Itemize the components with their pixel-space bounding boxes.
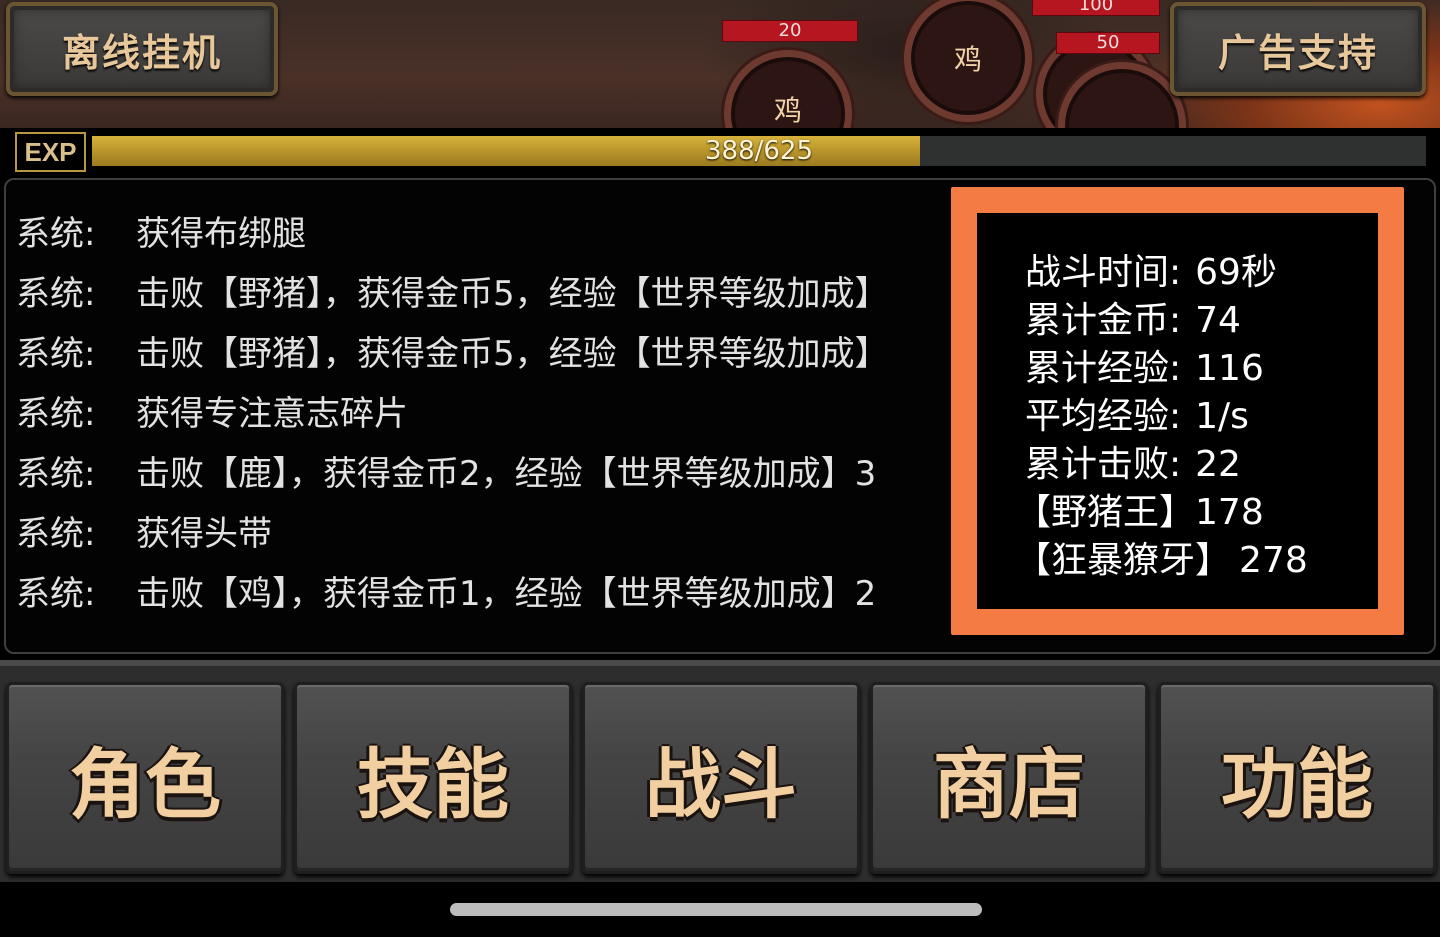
stat-label: 累计击败:	[1025, 444, 1182, 485]
log-prefix: 系统:	[16, 454, 96, 494]
stat-battle-time: 战斗时间: 69秒	[1025, 249, 1308, 297]
log-prefix: 系统:	[16, 214, 96, 254]
bottom-nav: 角色 技能 战斗 商店 功能	[0, 660, 1440, 882]
stat-value: 74	[1195, 300, 1241, 341]
stat-value: 22	[1195, 444, 1241, 485]
log-prefix: 系统:	[16, 574, 96, 614]
stat-boss-berserk-fang: 【狂暴獠牙】 278	[1015, 537, 1308, 585]
stat-value: 178	[1195, 492, 1264, 533]
enemy-name: 鸡	[953, 43, 982, 76]
enemy-hp-bar: 50	[1056, 32, 1160, 54]
nav-battle-button[interactable]: 战斗	[582, 682, 860, 874]
battle-scene: 20 鸡 鸡 100 50 鹿 离线挂机 广告支持	[0, 0, 1440, 130]
nav-shop-label: 商店	[933, 740, 1085, 829]
battle-stats-list: 战斗时间: 69秒 累计金币: 74 累计经验: 116 平均经验: 1/s 累计击败:…	[1015, 249, 1308, 585]
enemy-hp-bar: 100	[1032, 0, 1160, 16]
exp-bar-row: EXP 388/625	[0, 128, 1440, 174]
log-prefix: 系统:	[16, 274, 96, 314]
exp-tag: EXP	[15, 132, 86, 172]
log-text: 击败【野猪】，获得金币5，经验【世界等级加成】	[136, 274, 889, 314]
log-text: 击败【鸡】，获得金币1，经验【世界等级加成】2	[136, 574, 877, 614]
nav-character-label: 角色	[69, 740, 221, 829]
battle-stats-popup: 战斗时间: 69秒 累计金币: 74 累计经验: 116 平均经验: 1/s 累计击败:…	[951, 187, 1404, 635]
log-prefix: 系统:	[16, 514, 96, 554]
ad-support-button[interactable]: 广告支持	[1170, 2, 1426, 96]
stat-value: 1/s	[1195, 396, 1249, 437]
stat-label: 平均经验:	[1025, 396, 1182, 437]
stat-value: 116	[1195, 348, 1264, 389]
home-indicator[interactable]	[450, 903, 982, 916]
stat-total-exp: 累计经验: 116	[1025, 345, 1308, 393]
stat-label: 累计经验:	[1025, 348, 1182, 389]
log-prefix: 系统:	[16, 394, 96, 434]
log-text: 击败【鹿】，获得金币2，经验【世界等级加成】3	[136, 454, 877, 494]
nav-skills-label: 技能	[357, 740, 509, 829]
exp-track: 388/625	[92, 136, 1426, 166]
nav-character-button[interactable]: 角色	[6, 682, 284, 874]
nav-battle-label: 战斗	[645, 740, 797, 829]
log-text: 获得头带	[136, 514, 272, 554]
log-text: 获得专注意志碎片	[136, 394, 408, 434]
stat-total-kills: 累计击败: 22	[1025, 441, 1308, 489]
log-text: 获得布绑腿	[136, 214, 306, 254]
enemy-token[interactable]: 鸡	[904, 0, 1032, 122]
stat-average-exp: 平均经验: 1/s	[1025, 393, 1308, 441]
nav-functions-label: 功能	[1221, 740, 1373, 829]
stat-label: 【野猪王】	[1015, 492, 1196, 533]
stat-boss-wild-boar-king: 【野猪王】178	[1015, 489, 1308, 537]
log-prefix: 系统:	[16, 334, 96, 374]
offline-idle-label: 离线挂机	[61, 30, 222, 75]
enemy-hp-bar: 20	[722, 20, 858, 42]
enemy-name: 鸡	[773, 94, 802, 127]
stat-label: 战斗时间:	[1025, 252, 1182, 293]
stat-value: 69秒	[1195, 252, 1277, 293]
exp-value: 388/625	[704, 136, 813, 166]
stat-label: 【狂暴獠牙】	[1015, 540, 1232, 581]
ad-support-label: 广告支持	[1217, 30, 1378, 75]
offline-idle-button[interactable]: 离线挂机	[6, 2, 278, 96]
stat-total-gold: 累计金币: 74	[1025, 297, 1308, 345]
log-text: 击败【野猪】，获得金币5，经验【世界等级加成】	[136, 334, 889, 374]
nav-shop-button[interactable]: 商店	[870, 682, 1148, 874]
stat-label: 累计金币:	[1025, 300, 1182, 341]
system-gesture-bar	[0, 882, 1440, 937]
nav-skills-button[interactable]: 技能	[294, 682, 572, 874]
stat-value: 278	[1239, 540, 1308, 581]
nav-functions-button[interactable]: 功能	[1158, 682, 1436, 874]
